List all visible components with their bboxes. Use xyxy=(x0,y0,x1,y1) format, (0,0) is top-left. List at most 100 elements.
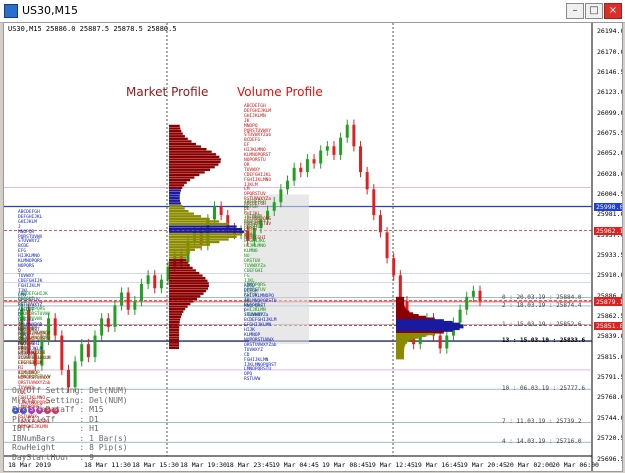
price-tick-label: 25910.0 xyxy=(597,271,623,280)
market-profile-row-1 xyxy=(169,127,181,130)
market-profile-row-39 xyxy=(169,225,237,228)
market-profile-row-62 xyxy=(169,284,209,288)
candle-body-49 xyxy=(345,124,349,138)
level-label: 13 : 15.03.19 : 25833.6 xyxy=(502,337,586,345)
candle-body-11 xyxy=(93,335,97,358)
minimize-button[interactable]: – xyxy=(566,3,584,19)
chart-window-icon xyxy=(4,4,18,18)
market-profile-row-21 xyxy=(169,178,191,182)
market-profile-row-65 xyxy=(169,292,204,295)
time-tick-label: 20 Mar 06:00 xyxy=(552,461,599,469)
market-profile-row-40 xyxy=(169,228,243,231)
candle-body-66 xyxy=(458,309,462,323)
price-tick-label: 26052.0 xyxy=(597,149,623,158)
window-title: US30,M15 xyxy=(22,4,79,17)
market-profile-row-4 xyxy=(169,135,185,138)
market-profile-row-22 xyxy=(169,181,187,184)
market-profile-row-85 xyxy=(169,344,180,347)
candle-body-17 xyxy=(133,301,137,310)
market-profile-row-53 xyxy=(169,261,188,264)
market-profile-row-73 xyxy=(169,313,182,316)
volume-profile-annotation: Volume Profile xyxy=(237,85,323,99)
price-tick-label: 25981.0 xyxy=(597,210,623,219)
price-tag: 25962.1 xyxy=(594,226,623,235)
market-profile-row-83 xyxy=(169,338,180,342)
time-tick-label: 19 Mar 20:45 xyxy=(460,461,507,469)
candle-body-12 xyxy=(100,318,104,336)
time-tick-label: 19 Mar 12:45 xyxy=(368,461,415,469)
candle-body-50 xyxy=(352,124,356,147)
price-tick-label: 25720.5 xyxy=(597,434,623,443)
market-profile-row-30 xyxy=(169,202,181,205)
candle-body-10 xyxy=(86,344,90,358)
candle-body-7 xyxy=(66,369,70,388)
candle-body-56 xyxy=(392,258,396,276)
candle-body-63 xyxy=(438,335,442,349)
price-tick-label: 25862.5 xyxy=(597,312,623,321)
candle-body-69 xyxy=(478,290,482,302)
price-tag: 25990.0 xyxy=(594,202,623,211)
market-profile-row-44 xyxy=(169,238,229,241)
market-profile-row-12 xyxy=(169,155,220,159)
market-profile-row-48 xyxy=(169,248,195,251)
market-profile-row-78 xyxy=(169,326,180,329)
time-tick-label: 20 Mar 02:00 xyxy=(506,461,553,469)
candle-body-41 xyxy=(292,167,296,181)
price-tag: 25879.1 xyxy=(594,297,623,306)
candle-body-53 xyxy=(372,189,376,216)
level-label: 10 : 06.03.19 : 25777.6 xyxy=(502,385,586,393)
candle-body-44 xyxy=(312,159,316,164)
market-profile-row-19 xyxy=(169,173,200,177)
market-profile-row-54 xyxy=(169,264,190,267)
market-profile-row-51 xyxy=(169,256,187,259)
market-profile-row-56 xyxy=(169,269,196,272)
market-profile-row-57 xyxy=(169,271,200,275)
market-profile-row-79 xyxy=(169,328,180,331)
chart-area[interactable]: US30,M15 25886.0 25887.5 25878.5 25880.5… xyxy=(3,22,623,472)
market-profile-row-27 xyxy=(169,194,180,197)
market-profile-row-70 xyxy=(169,305,188,308)
market-profile-row-66 xyxy=(169,295,201,298)
title-bar[interactable]: US30,M15 – □ × xyxy=(0,0,625,23)
market-profile-row-82 xyxy=(169,336,180,339)
candle-body-8 xyxy=(73,361,77,388)
close-button[interactable]: × xyxy=(604,3,622,19)
candle-body-47 xyxy=(332,146,336,155)
market-profile-row-9 xyxy=(169,148,207,151)
price-tick-label: 26099.0 xyxy=(597,108,623,117)
market-profile-row-52 xyxy=(169,258,187,262)
time-tick-label: 18 Mar 23:45 xyxy=(226,461,273,469)
price-tick-label: 25791.5 xyxy=(597,373,623,382)
market-profile-row-76 xyxy=(169,320,180,324)
market-profile-row-75 xyxy=(169,318,181,321)
candle-body-9 xyxy=(80,344,84,362)
market-profile-row-7 xyxy=(169,142,197,146)
time-tick-label: 19 Mar 08:45 xyxy=(322,461,369,469)
app-window: US30,M15 – □ × US30,M15 25886.0 25887.5 … xyxy=(0,0,625,473)
market-profile-row-35 xyxy=(169,215,202,218)
market-profile-row-77 xyxy=(169,323,180,326)
market-profile-row-41 xyxy=(169,230,245,233)
price-tick-label: 25815.0 xyxy=(597,353,623,362)
market-profile-row-37 xyxy=(169,220,220,223)
market-profile-row-59 xyxy=(169,277,206,280)
price-tick-label: 25933.5 xyxy=(597,251,623,260)
price-tick-label: 26075.5 xyxy=(597,128,623,137)
market-profile-row-11 xyxy=(169,153,217,156)
market-profile-row-15 xyxy=(169,163,219,166)
candle-body-55 xyxy=(385,232,389,259)
price-tick-label: 26028.0 xyxy=(597,169,623,178)
market-profile-row-58 xyxy=(169,274,203,277)
price-tick-label: 26146.5 xyxy=(597,67,623,76)
candle-body-30 xyxy=(219,206,223,216)
price-tick-label: 25839.0 xyxy=(597,332,623,341)
market-profile-row-14 xyxy=(169,160,221,164)
market-profile-row-38 xyxy=(169,222,229,226)
price-tick-label: 25696.5 xyxy=(597,455,623,463)
price-tag: 25851.6 xyxy=(594,321,623,330)
candle-body-52 xyxy=(365,172,369,190)
market-profile-row-50 xyxy=(169,253,188,257)
time-tick-label: 19 Mar 16:45 xyxy=(414,461,461,469)
maximize-button[interactable]: □ xyxy=(585,3,603,19)
market-profile-row-43 xyxy=(169,235,237,239)
